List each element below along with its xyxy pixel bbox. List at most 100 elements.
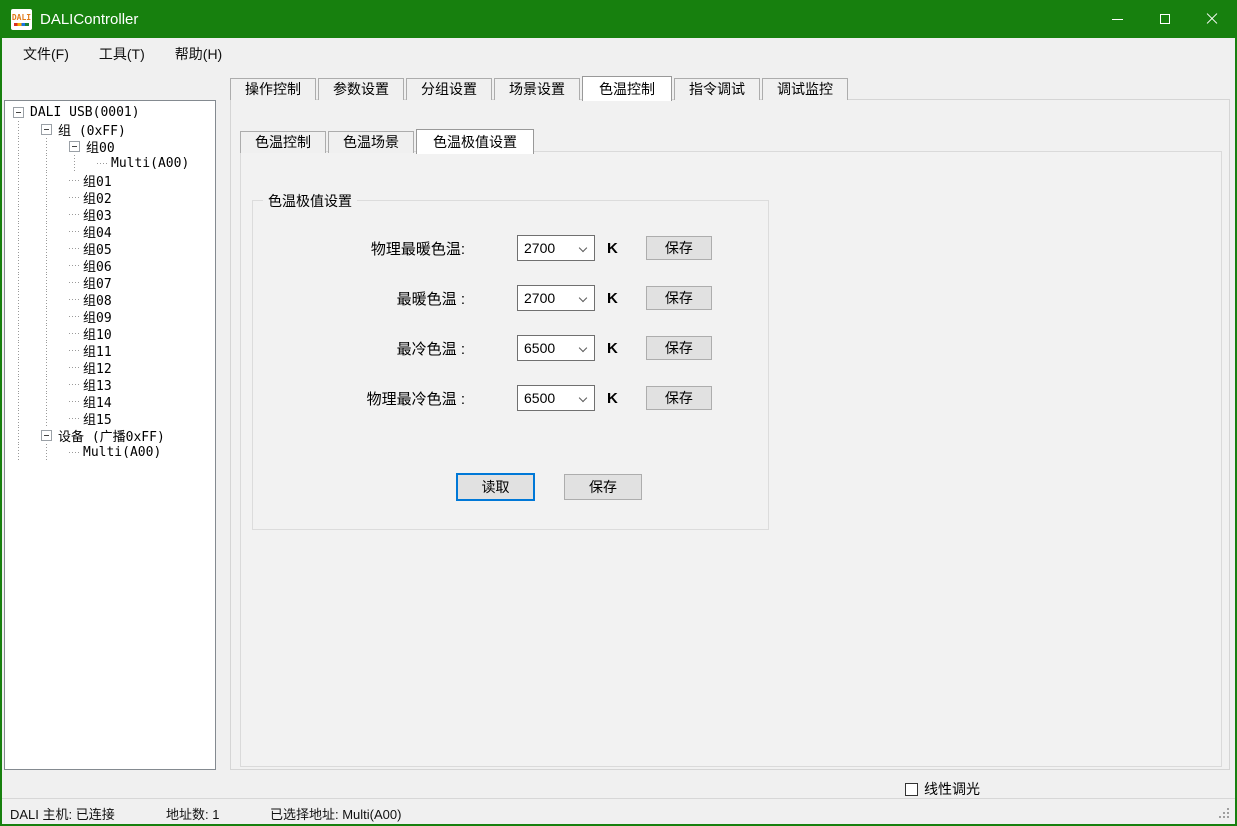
tree-connector [69,291,81,308]
tree-guide [13,138,41,155]
temperature-combobox[interactable]: 6500 [517,335,595,361]
main-tab[interactable]: 调试监控 [762,78,848,100]
tree-connector [69,206,81,223]
tree-guide [13,410,41,427]
title-bar[interactable]: DALI DALIController [2,0,1235,38]
unit-label: K [607,390,618,407]
tree-guide [41,325,69,342]
collapse-icon[interactable] [41,430,52,441]
tree-guide [13,274,41,291]
sub-tab[interactable]: 色温极值设置 [416,129,534,154]
main-tab[interactable]: 分组设置 [406,78,492,100]
main-tab[interactable]: 操作控制 [230,78,316,100]
chevron-down-icon[interactable] [579,244,587,252]
linear-dimming-checkbox[interactable] [905,783,918,796]
device-tree[interactable]: DALI USB(0001)组 (0xFF)组00Multi(A00)组01组0… [4,100,216,770]
tree-connector [97,155,109,172]
tree-guide [13,342,41,359]
tree-item[interactable]: 组01 [5,172,215,189]
tree-item[interactable]: 组02 [5,189,215,206]
minimize-button[interactable] [1094,0,1141,38]
main-tab-strip: 操作控制 参数设置 分组设置 场景设置 色温控制 指令调试 调试监控 [230,75,850,100]
tree-item[interactable]: DALI USB(0001) [5,104,215,121]
tree-connector [69,172,81,189]
row-save-button[interactable]: 保存 [646,286,712,310]
combobox-value: 6500 [524,390,555,406]
temperature-combobox[interactable]: 6500 [517,385,595,411]
window-title: DALIController [40,11,138,28]
main-tab[interactable]: 指令调试 [674,78,760,100]
tree-item[interactable]: Multi(A00) [5,155,215,172]
resize-grip[interactable] [1219,808,1231,820]
read-button[interactable]: 读取 [456,473,535,501]
tree-guide [13,206,41,223]
tree-guide [13,427,41,444]
temperature-combobox[interactable]: 2700 [517,235,595,261]
temperature-row: 物理最冷色温 : 6500 K 保存 [253,385,768,411]
tree-connector [69,325,81,342]
main-tab[interactable]: 参数设置 [318,78,404,100]
tree-item-label: Multi(A00) [81,445,163,460]
save-all-button[interactable]: 保存 [564,474,642,500]
main-tab[interactable]: 色温控制 [582,76,672,101]
tree-guide [69,155,97,172]
chevron-down-icon[interactable] [579,394,587,402]
tree-item[interactable]: 组07 [5,274,215,291]
maximize-button[interactable] [1141,0,1188,38]
tree-item[interactable]: 组03 [5,206,215,223]
tree-item[interactable]: Multi(A00) [5,444,215,461]
collapse-icon[interactable] [41,124,52,135]
collapse-icon[interactable] [13,107,24,118]
row-save-button[interactable]: 保存 [646,336,712,360]
tree-item[interactable]: 组14 [5,393,215,410]
tree-guide [13,172,41,189]
temperature-combobox[interactable]: 2700 [517,285,595,311]
tree-guide [13,308,41,325]
main-tab[interactable]: 场景设置 [494,78,580,100]
combobox-value: 6500 [524,340,555,356]
tree-guide [41,274,69,291]
tree-item-label: DALI USB(0001) [28,105,142,120]
tree-item[interactable]: 组05 [5,240,215,257]
tree-item[interactable]: 组00 [5,138,215,155]
menu-item[interactable]: 文件(F) [8,38,84,70]
tree-connector [69,393,81,410]
menu-item[interactable]: 工具(T) [84,38,160,70]
tree-item-label: Multi(A00) [109,156,191,171]
combobox-value: 2700 [524,290,555,306]
app-logo-colorbar [14,23,29,26]
temperature-row: 最冷色温 : 6500 K 保存 [253,335,768,361]
minimize-icon [1112,19,1123,20]
row-save-button[interactable]: 保存 [646,236,712,260]
tree-item[interactable]: 组04 [5,223,215,240]
tree-guide [13,359,41,376]
linear-dimming-row: 线性调光 [905,779,980,799]
tree-item[interactable]: 组11 [5,342,215,359]
tree-connector [69,444,81,461]
tree-item[interactable]: 组 (0xFF) [5,121,215,138]
close-button[interactable] [1188,0,1235,38]
row-save-button[interactable]: 保存 [646,386,712,410]
sub-tab-strip: 色温控制 色温场景 色温极值设置 [240,128,536,153]
combobox-value: 2700 [524,240,555,256]
tree-item[interactable]: 组13 [5,376,215,393]
sub-tab[interactable]: 色温场景 [328,131,414,153]
tree-guide [41,444,69,461]
tree-item[interactable]: 组06 [5,257,215,274]
chevron-down-icon[interactable] [579,344,587,352]
tree-connector [69,274,81,291]
tree-guide [13,325,41,342]
tree-item[interactable]: 组10 [5,325,215,342]
temperature-label: 最暖色温 : [253,288,465,309]
tree-item[interactable]: 组09 [5,308,215,325]
tree-guide [41,308,69,325]
chevron-down-icon[interactable] [579,294,587,302]
tree-guide [13,291,41,308]
collapse-icon[interactable] [69,141,80,152]
tree-item[interactable]: 组15 [5,410,215,427]
tree-item[interactable]: 设备 (广播0xFF) [5,427,215,444]
tree-item[interactable]: 组08 [5,291,215,308]
menu-item[interactable]: 帮助(H) [160,38,237,70]
tree-item[interactable]: 组12 [5,359,215,376]
sub-tab[interactable]: 色温控制 [240,131,326,153]
